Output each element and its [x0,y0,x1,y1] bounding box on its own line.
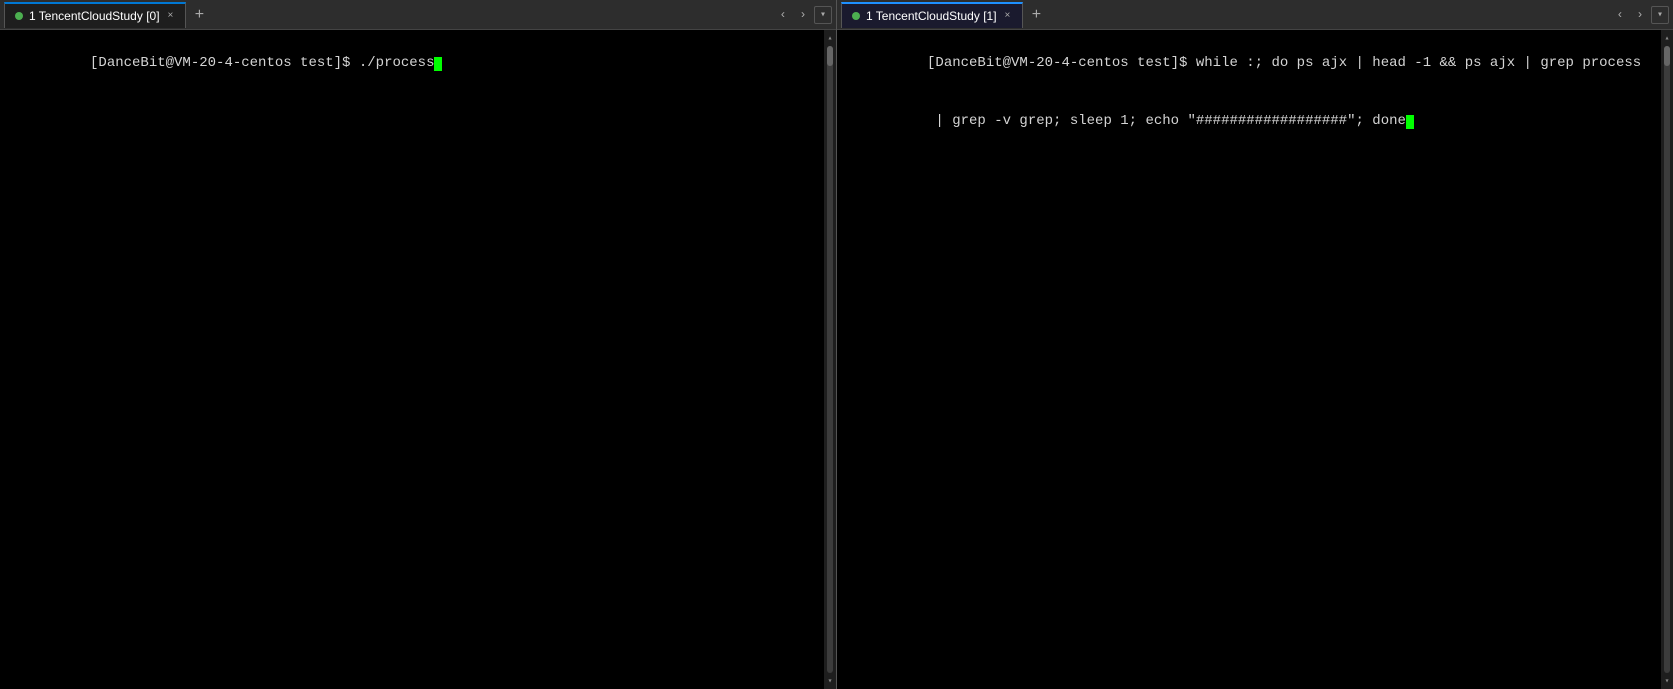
right-scrollbar: ▴ ▾ [1661,30,1673,689]
left-terminal-line-1: [DanceBit@VM-20-4-centos test]$ ./proces… [6,34,818,93]
left-terminal-pane: 1 TencentCloudStudy [0] × + ‹ › ▾ [Dance… [0,0,837,689]
right-scroll-up-button[interactable]: ▴ [1662,32,1672,44]
left-tab-add-button[interactable]: + [188,4,210,26]
right-active-tab[interactable]: 1 TencentCloudStudy [1] × [841,2,1023,28]
left-command: ./process [350,55,434,71]
right-scroll-thumb[interactable] [1664,46,1670,66]
left-prompt: [DanceBit@VM-20-4-centos test]$ [90,55,350,71]
right-terminal-line-1: [DanceBit@VM-20-4-centos test]$ while :;… [843,34,1655,93]
right-cursor [1406,115,1414,129]
right-tab-add-button[interactable]: + [1025,4,1047,26]
right-tab-next-button[interactable]: › [1631,6,1649,24]
left-pane-body-container: [DanceBit@VM-20-4-centos test]$ ./proces… [0,30,836,689]
right-tab-bar: 1 TencentCloudStudy [1] × + ‹ › ▾ [837,0,1673,30]
left-cursor [434,57,442,71]
left-scroll-track[interactable] [827,46,833,673]
right-terminal-line-2: | grep -v grep; sleep 1; echo "#########… [843,93,1655,152]
right-tab-nav: ‹ › ▾ [1611,6,1669,24]
right-command-line1: while :; do ps ajx | head -1 && ps ajx |… [1187,55,1641,71]
left-tab-close-button[interactable]: × [166,9,176,22]
left-scroll-up-button[interactable]: ▴ [825,32,835,44]
right-terminal-body[interactable]: [DanceBit@VM-20-4-centos test]$ while :;… [837,30,1661,689]
left-tab-next-button[interactable]: › [794,6,812,24]
right-tab-close-button[interactable]: × [1003,9,1013,22]
left-scroll-down-button[interactable]: ▾ [825,675,835,687]
left-tab-nav: ‹ › ▾ [774,6,832,24]
terminal-container: 1 TencentCloudStudy [0] × + ‹ › ▾ [Dance… [0,0,1673,689]
left-terminal-body[interactable]: [DanceBit@VM-20-4-centos test]$ ./proces… [0,30,824,689]
left-tab-dropdown-button[interactable]: ▾ [814,6,832,24]
left-scroll-thumb[interactable] [827,46,833,66]
left-tab-label: 1 TencentCloudStudy [0] [29,9,160,23]
right-tab-dropdown-button[interactable]: ▾ [1651,6,1669,24]
right-scroll-down-button[interactable]: ▾ [1662,675,1672,687]
left-tab-dot [15,12,23,20]
right-command-line2: | grep -v grep; sleep 1; echo "#########… [927,113,1406,129]
right-tab-dot [852,12,860,20]
left-active-tab[interactable]: 1 TencentCloudStudy [0] × [4,2,186,28]
right-tab-prev-button[interactable]: ‹ [1611,6,1629,24]
right-prompt: [DanceBit@VM-20-4-centos test]$ [927,55,1187,71]
right-tab-label: 1 TencentCloudStudy [1] [866,9,997,23]
left-tab-prev-button[interactable]: ‹ [774,6,792,24]
right-scroll-track[interactable] [1664,46,1670,673]
right-pane-body-container: [DanceBit@VM-20-4-centos test]$ while :;… [837,30,1673,689]
left-scrollbar: ▴ ▾ [824,30,836,689]
right-terminal-pane: 1 TencentCloudStudy [1] × + ‹ › ▾ [Dance… [837,0,1673,689]
left-tab-bar: 1 TencentCloudStudy [0] × + ‹ › ▾ [0,0,836,30]
